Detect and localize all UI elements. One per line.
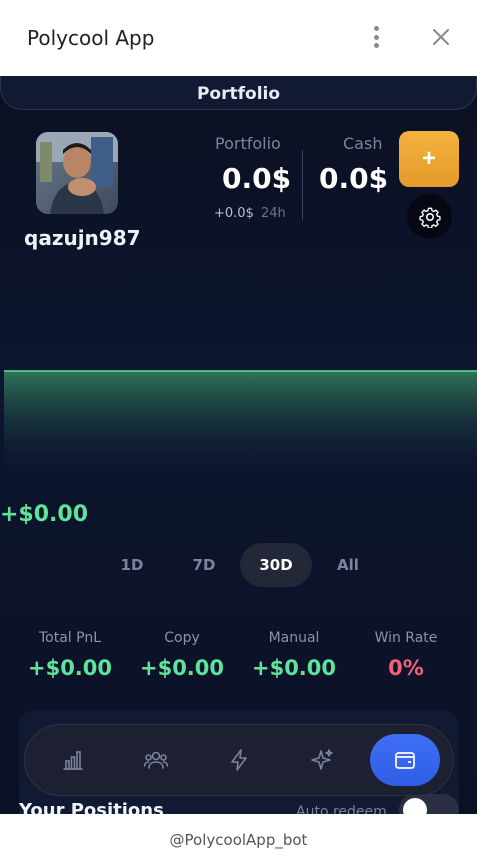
nav-ai[interactable] xyxy=(287,734,357,786)
sparkle-icon xyxy=(311,749,333,770)
positions-title: Your Positions xyxy=(19,800,164,814)
metric-label: Total PnL xyxy=(38,630,101,646)
pnl-chart xyxy=(4,370,477,480)
wallet-icon xyxy=(395,752,416,769)
metric-label: Win Rate xyxy=(374,630,438,646)
auto-redeem-label: Auto redeem xyxy=(296,804,387,814)
metric-manual: Manual +$0.00 xyxy=(238,630,350,680)
auto-redeem-toggle[interactable] xyxy=(399,794,459,814)
portfolio-value: 0.0$ xyxy=(222,162,292,195)
portfolio-change-period: 24h xyxy=(260,206,286,221)
range-7d[interactable]: 7D xyxy=(168,543,240,587)
portfolio-change: +0.0$ 24h xyxy=(214,206,286,221)
bot-footer: @PolycoolApp_bot xyxy=(0,814,477,866)
app-header: Polycool App xyxy=(0,0,477,76)
metrics-row: Total PnL +$0.00 Copy +$0.00 Manual +$0.… xyxy=(14,630,464,680)
toggle-knob xyxy=(403,798,427,814)
bar-chart-icon xyxy=(62,751,83,770)
nav-wallet[interactable] xyxy=(370,734,441,786)
metric-total-pnl: Total PnL +$0.00 xyxy=(14,630,126,680)
app-title: Polycool App xyxy=(27,26,155,50)
metric-label: Copy xyxy=(164,630,200,646)
pnl-value: +$0.00 xyxy=(0,502,89,527)
app-content: Portfolio qazujn987 Portfolio 0.0$ +0.0$… xyxy=(0,76,477,814)
pnl-chart-area xyxy=(4,371,477,480)
metric-value: 0% xyxy=(388,656,424,680)
portfolio-change-value: +0.0$ xyxy=(214,206,254,221)
users-icon xyxy=(143,751,169,769)
vertical-dots-icon[interactable] xyxy=(366,24,386,50)
cash-value: 0.0$ xyxy=(319,162,389,195)
lightning-icon xyxy=(231,749,247,771)
stats-divider xyxy=(302,150,303,220)
metric-value: +$0.00 xyxy=(251,656,337,680)
range-all[interactable]: All xyxy=(312,543,384,587)
bot-handle: @PolycoolApp_bot xyxy=(169,831,308,849)
metric-copy: Copy +$0.00 xyxy=(126,630,238,680)
bottom-nav xyxy=(24,724,454,796)
portfolio-tab[interactable]: Portfolio xyxy=(0,76,477,110)
metric-label: Manual xyxy=(268,630,320,646)
deposit-button[interactable]: + xyxy=(399,131,459,187)
gear-icon[interactable] xyxy=(407,194,452,239)
metric-win-rate: Win Rate 0% xyxy=(350,630,462,680)
time-range-selector: 1D 7D 30D All xyxy=(96,543,384,587)
nav-traders[interactable] xyxy=(121,734,191,786)
nav-stats[interactable] xyxy=(38,734,108,786)
username: qazujn987 xyxy=(24,226,141,250)
range-1d[interactable]: 1D xyxy=(96,543,168,587)
portfolio-label: Portfolio xyxy=(215,134,281,153)
cash-label: Cash xyxy=(343,134,383,153)
avatar xyxy=(36,132,118,214)
close-icon[interactable] xyxy=(428,24,454,50)
nav-signals[interactable] xyxy=(204,734,274,786)
portfolio-tab-label: Portfolio xyxy=(196,83,281,104)
metric-value: +$0.00 xyxy=(27,656,113,680)
range-30d[interactable]: 30D xyxy=(240,543,312,587)
metric-value: +$0.00 xyxy=(139,656,225,680)
